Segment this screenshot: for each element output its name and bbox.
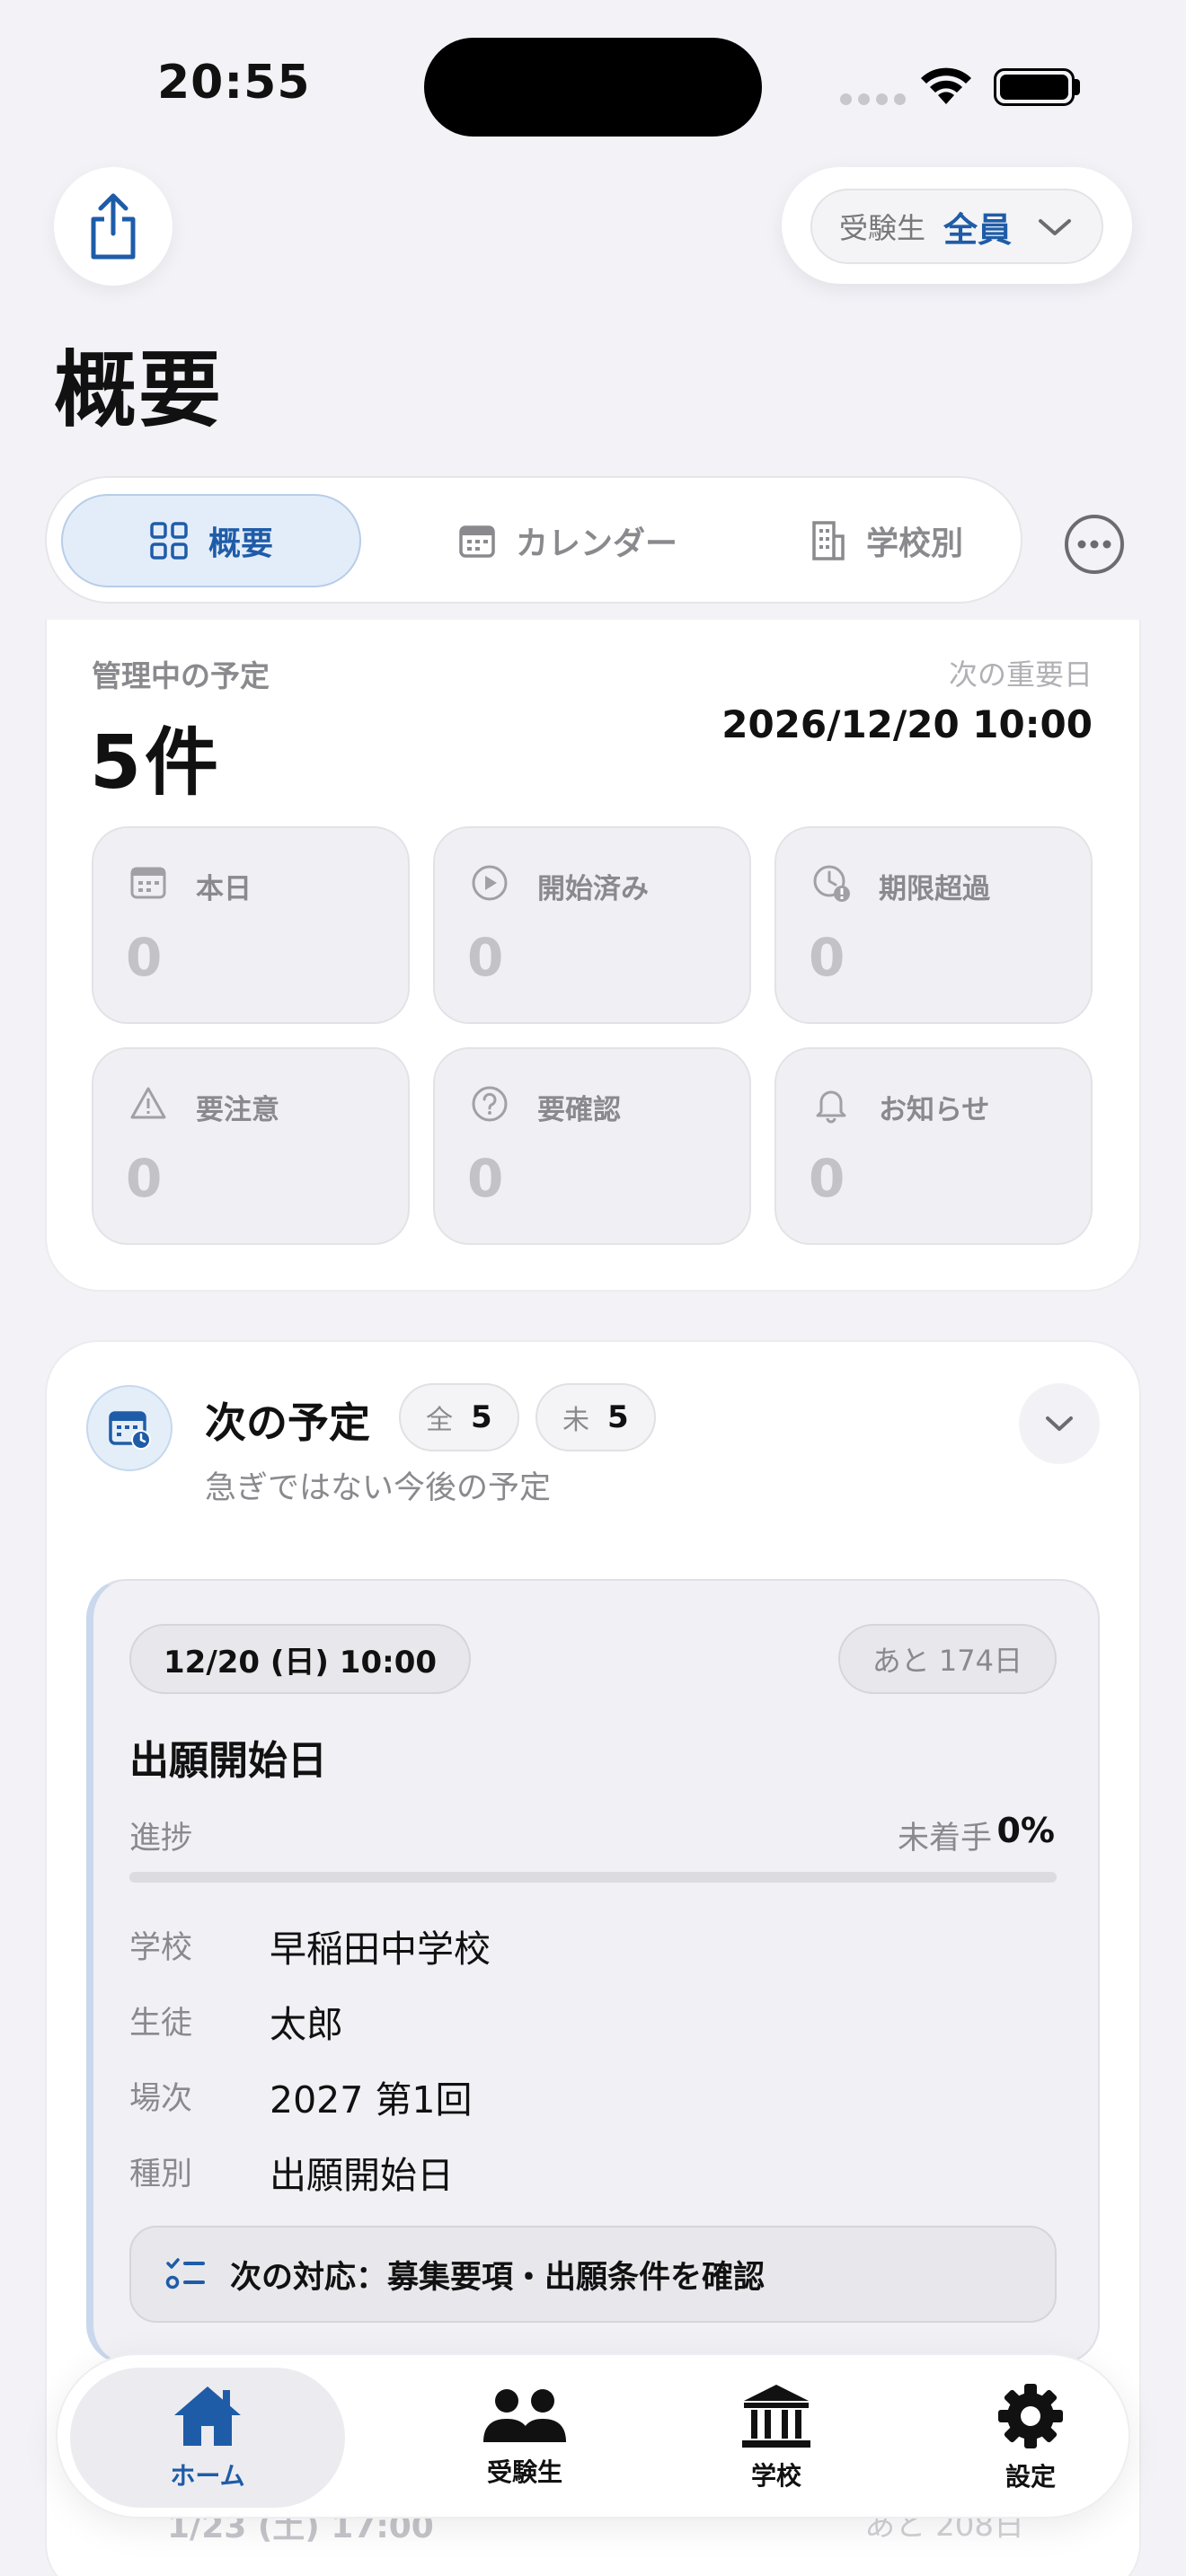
home-icon bbox=[174, 2386, 241, 2446]
stat-value: 0 bbox=[467, 927, 504, 988]
view-tabs: 概要 カレンダー 学校別 bbox=[45, 476, 1022, 604]
student-key: 生徒 bbox=[129, 2006, 193, 2042]
progress-status: 未着手 bbox=[897, 1821, 992, 1857]
student-filter-label: 受験生 bbox=[839, 211, 926, 245]
grid-icon bbox=[150, 522, 188, 560]
gear-icon bbox=[998, 2384, 1063, 2448]
stat-value: 0 bbox=[467, 1148, 504, 1209]
calendar-icon bbox=[459, 525, 495, 558]
share-button[interactable] bbox=[54, 167, 173, 286]
people-icon bbox=[483, 2389, 566, 2442]
student-filter-container: 受験生 全員 bbox=[782, 167, 1132, 284]
tabbar-home-label: ホーム bbox=[170, 2461, 245, 2491]
next-important-label: 次の重要日 bbox=[948, 657, 1093, 692]
event-date-chip: 12/20 (日) 10:00 bbox=[129, 1624, 472, 1694]
stat-label: 要注意 bbox=[196, 1094, 279, 1126]
chip-label: 未 bbox=[562, 1405, 589, 1436]
tabbar-schools[interactable]: 学校 bbox=[646, 2355, 907, 2520]
stat-label: お知らせ bbox=[879, 1094, 990, 1126]
chip-value: 5 bbox=[607, 1399, 629, 1435]
dynamic-island bbox=[424, 38, 762, 137]
school-icon bbox=[742, 2385, 810, 2448]
tabbar-settings[interactable]: 設定 bbox=[900, 2355, 1161, 2520]
share-icon bbox=[91, 193, 136, 260]
tab-overview[interactable]: 概要 bbox=[61, 494, 361, 587]
event-title: 出願開始日 bbox=[129, 1738, 327, 1784]
stat-today[interactable]: 本日 0 bbox=[92, 826, 410, 1024]
next-important-date: 2026/12/20 10:00 bbox=[721, 702, 1093, 746]
upcoming-title: 次の予定 bbox=[205, 1398, 370, 1447]
progress-bar bbox=[129, 1872, 1057, 1883]
tab-overview-label: 概要 bbox=[208, 525, 273, 562]
student-filter-value: 全員 bbox=[943, 209, 1013, 250]
next-action-text: 次の対応：募集要項・出願条件を確認 bbox=[230, 2259, 766, 2296]
battery-icon bbox=[994, 68, 1075, 106]
progress-label: 進捗 bbox=[129, 1821, 193, 1857]
stat-label: 期限超過 bbox=[879, 873, 990, 905]
checklist-icon bbox=[165, 2258, 205, 2289]
managed-events-count: 5件 bbox=[90, 720, 223, 806]
tabbar-students-label: 受験生 bbox=[486, 2457, 562, 2487]
stat-value: 0 bbox=[809, 927, 845, 988]
progress-percent: 0% bbox=[996, 1811, 1055, 1850]
tabbar-students[interactable]: 受験生 bbox=[394, 2355, 655, 2520]
stat-notices[interactable]: お知らせ 0 bbox=[774, 1047, 1093, 1245]
student-filter-dropdown[interactable]: 受験生 全員 bbox=[810, 189, 1103, 264]
tabbar-schools-label: 学校 bbox=[750, 2461, 801, 2491]
battery-tip bbox=[1075, 79, 1080, 95]
stat-value: 0 bbox=[126, 927, 163, 988]
building-icon bbox=[812, 521, 845, 560]
days-left-chip: あと 174日 bbox=[837, 1624, 1057, 1694]
bottom-tab-bar: ホーム 受験生 学校 設定 bbox=[56, 2353, 1130, 2519]
stat-value: 0 bbox=[809, 1148, 845, 1209]
upcoming-subtitle: 急ぎではない今後の予定 bbox=[205, 1470, 552, 1506]
collapse-button[interactable] bbox=[1019, 1383, 1100, 1464]
stat-label: 本日 bbox=[196, 873, 252, 905]
more-options-button[interactable] bbox=[1062, 512, 1127, 577]
stat-started[interactable]: 開始済み 0 bbox=[433, 826, 751, 1024]
stat-label: 要確認 bbox=[537, 1094, 621, 1126]
warning-icon bbox=[130, 1087, 166, 1119]
round-key: 場次 bbox=[129, 2081, 193, 2117]
round-value: 2027 第1回 bbox=[270, 2078, 473, 2122]
stat-caution[interactable]: 要注意 0 bbox=[92, 1047, 410, 1245]
stat-overdue[interactable]: 期限超過 0 bbox=[774, 826, 1093, 1024]
tab-calendar[interactable]: カレンダー bbox=[424, 494, 712, 587]
chip-label: 全 bbox=[426, 1405, 453, 1436]
managed-events-label: 管理中の予定 bbox=[92, 658, 270, 693]
bell-icon bbox=[816, 1090, 846, 1124]
stat-needs-check[interactable]: 要確認 0 bbox=[433, 1047, 751, 1245]
stat-label: 開始済み bbox=[537, 873, 649, 905]
chevron-down-icon bbox=[1039, 219, 1071, 235]
student-value: 太郎 bbox=[270, 2003, 343, 2046]
type-value: 出願開始日 bbox=[270, 2154, 454, 2197]
stat-value: 0 bbox=[126, 1148, 163, 1209]
play-icon bbox=[472, 865, 508, 901]
status-time: 20:55 bbox=[157, 56, 311, 110]
calendar-icon bbox=[130, 867, 166, 899]
tabbar-home[interactable]: ホーム bbox=[70, 2368, 345, 2508]
chip-value: 5 bbox=[471, 1399, 492, 1435]
question-icon bbox=[472, 1086, 508, 1122]
tab-by-school[interactable]: 学校別 bbox=[774, 494, 999, 587]
next-action-box[interactable]: 次の対応：募集要項・出願条件を確認 bbox=[129, 2226, 1057, 2323]
school-key: 学校 bbox=[129, 1930, 193, 1966]
tab-calendar-label: カレンダー bbox=[515, 525, 677, 562]
page-title: 概要 bbox=[54, 342, 224, 438]
count-all-chip: 全 5 bbox=[399, 1383, 519, 1451]
clock-alert-icon bbox=[813, 865, 850, 902]
chevron-down-icon bbox=[1046, 1416, 1073, 1431]
tab-by-school-label: 学校別 bbox=[865, 525, 963, 562]
wifi-icon bbox=[921, 67, 971, 104]
calendar-clock-icon bbox=[86, 1385, 173, 1471]
type-key: 種別 bbox=[129, 2157, 193, 2192]
cellular-signal-icon bbox=[840, 93, 906, 105]
school-value: 早稲田中学校 bbox=[270, 1928, 491, 1971]
count-pending-chip: 未 5 bbox=[535, 1383, 656, 1451]
tabbar-settings-label: 設定 bbox=[1005, 2462, 1056, 2492]
